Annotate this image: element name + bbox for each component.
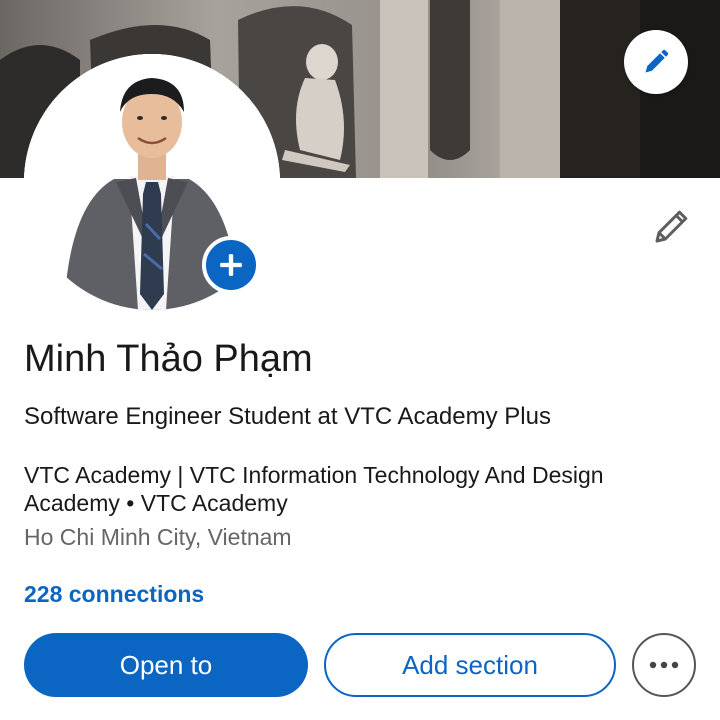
profile-headline: Software Engineer Student at VTC Academy… xyxy=(24,403,551,430)
profile-name: Minh Thảo Phạm xyxy=(24,338,313,380)
connections-link[interactable]: 228 connections xyxy=(24,579,204,609)
more-actions-button[interactable] xyxy=(632,633,696,697)
profile-education[interactable]: VTC Academy | VTC Information Technology… xyxy=(24,461,664,517)
plus-icon xyxy=(220,254,242,276)
open-to-button[interactable]: Open to xyxy=(24,633,308,697)
cover-edit-button[interactable] xyxy=(624,30,688,94)
pencil-icon xyxy=(645,49,669,73)
profile-page: Minh Thảo Phạm Software Engineer Student… xyxy=(0,0,720,720)
add-photo-button[interactable] xyxy=(202,236,260,294)
more-horizontal-icon xyxy=(649,661,679,669)
edit-intro-button[interactable] xyxy=(646,200,698,252)
profile-location: Ho Chi Minh City, Vietnam xyxy=(24,524,292,550)
add-section-button[interactable]: Add section xyxy=(324,633,616,697)
pencil-outline-icon xyxy=(655,210,688,243)
